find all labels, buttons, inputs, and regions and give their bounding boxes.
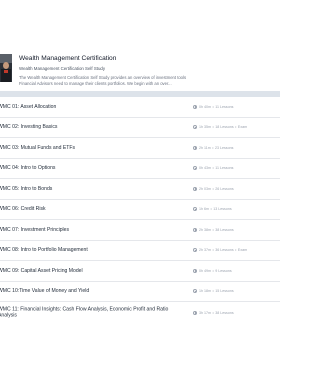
module-lessons: 11 Lessons <box>215 104 234 109</box>
clock-icon <box>193 311 197 315</box>
module-lessons: 23 Lessons <box>215 145 234 150</box>
module-duration: 0h 49m <box>199 268 211 273</box>
module-title: WMC 06: Credit Risk <box>0 206 46 213</box>
clock-icon <box>193 207 197 212</box>
module-meta: 0h 43m • 11 Lessons <box>193 166 234 171</box>
clock-icon <box>193 125 197 130</box>
module-row[interactable]: WMC 07: Investment Principles 2h 38m • 38 L… <box>0 220 280 241</box>
module-lessons: 36 Lessons <box>215 248 234 253</box>
module-duration: 1h 6m <box>199 207 209 212</box>
module-duration: 0h 43m <box>199 166 211 171</box>
separator-dot: • <box>212 125 214 130</box>
module-exam-badge: Exam <box>237 248 248 253</box>
module-meta: 2h 37m • 36 Lessons • Exam <box>193 248 248 253</box>
clock-icon <box>193 166 197 171</box>
course-title: Wealth Management Certification <box>19 55 117 62</box>
separator-dot: • <box>210 207 212 212</box>
course-description: The Wealth Management Certification Self… <box>19 75 194 87</box>
module-title: WMC 03: Mutual Funds and ETFs <box>0 144 75 151</box>
separator-dot: • <box>235 248 237 253</box>
separator-dot: • <box>212 145 214 150</box>
module-lessons: 38 Lessons <box>215 311 234 315</box>
clock-icon <box>193 268 197 273</box>
separator-dot: • <box>212 289 214 294</box>
module-duration: 3h 17m <box>199 311 211 315</box>
clock-icon <box>193 145 197 150</box>
module-duration: 2h 11m <box>199 145 211 150</box>
module-duration: 2h 38m <box>199 227 211 232</box>
module-meta: 3h 17m • 38 Lessons <box>193 311 234 315</box>
separator-dot: • <box>212 268 214 273</box>
module-row[interactable]: WMC 02: Investing Basics 1h 35m • 18 Lesson… <box>0 118 280 138</box>
module-row[interactable]: WMC 08: Intro to Portfolio Management 2h … <box>0 241 280 261</box>
module-lessons: 15 Lessons <box>215 289 234 294</box>
course-description-line: Financial Advisors need to manage their … <box>19 81 172 86</box>
module-lessons: 9 Lessons <box>215 268 232 273</box>
module-duration: 0h 40m <box>199 104 211 109</box>
separator-dot: • <box>212 186 214 191</box>
clock-icon <box>193 248 197 253</box>
module-lessons: 26 Lessons <box>215 186 234 191</box>
module-meta: 1h 18m • 15 Lessons <box>193 289 234 294</box>
separator-dot: • <box>212 311 214 315</box>
separator-dot: • <box>235 125 237 130</box>
module-duration: 1h 35m <box>199 125 211 130</box>
module-row[interactable]: WMC 06: Credit Risk 1h 6m • 13 Lessons <box>0 200 280 220</box>
module-duration: 2h 03m <box>199 186 211 191</box>
module-title: WMC 04: Intro to Options <box>0 165 56 172</box>
course-thumbnail <box>0 54 12 82</box>
module-row[interactable]: WMC 04: Intro to Options 0h 43m • 11 Lesson… <box>0 159 280 179</box>
module-title: WMC 02: Investing Basics <box>0 124 58 131</box>
module-meta: 0h 49m • 9 Lessons <box>193 268 232 273</box>
course-subtitle: Wealth Management Certification Self Stu… <box>19 66 106 71</box>
module-meta: 2h 11m • 23 Lessons <box>193 145 234 150</box>
module-exam-badge: Exam <box>237 125 248 130</box>
module-row[interactable]: WMC 01: Asset Allocation 0h 40m • 11 Lesson… <box>0 97 280 118</box>
clock-icon <box>193 227 197 232</box>
module-meta: 1h 35m • 18 Lessons • Exam <box>193 125 248 130</box>
module-list: WMC 01: Asset Allocation 0h 40m • 11 Lesson… <box>0 97 280 324</box>
module-row[interactable]: WMC 03: Mutual Funds and ETFs 2h 11m • 23 L… <box>0 138 280 159</box>
module-meta: 2h 38m • 38 Lessons <box>193 227 234 232</box>
module-duration: 1h 18m <box>199 289 211 294</box>
module-lessons: 13 Lessons <box>213 207 232 212</box>
module-lessons: 11 Lessons <box>215 166 234 171</box>
separator-dot: • <box>212 227 214 232</box>
module-title: WMC 09: Capital Asset Pricing Model <box>0 267 83 274</box>
module-meta: 0h 40m • 11 Lessons <box>193 104 234 109</box>
module-title: WMC 10:Time Value of Money and Yield <box>0 288 90 295</box>
clock-icon <box>193 186 197 191</box>
separator-dot: • <box>212 166 214 171</box>
module-meta: 2h 03m • 26 Lessons <box>193 186 234 191</box>
module-title: WMC 07: Investment Principles <box>0 226 70 233</box>
clock-icon <box>193 289 197 294</box>
course-header: Wealth Management Certification Wealth M… <box>0 0 280 91</box>
module-lessons: 18 Lessons <box>215 125 234 130</box>
module-row[interactable]: WMC 10:Time Value of Money and Yield 1h 1… <box>0 282 280 302</box>
module-row[interactable]: WMC 05: Intro to Bonds 2h 03m • 26 Lessons <box>0 179 280 200</box>
module-title: WMC 11: Financial Insights: Cash Flow An… <box>0 306 169 319</box>
module-meta: 1h 6m • 13 Lessons <box>193 207 232 212</box>
module-title: WMC 01: Asset Allocation <box>0 103 57 110</box>
module-row[interactable]: WMC 09: Capital Asset Pricing Model 0h 49… <box>0 261 280 282</box>
module-lessons: 38 Lessons <box>215 227 234 232</box>
module-row[interactable]: WMC 11: Financial Insights: Cash Flow An… <box>0 302 280 324</box>
clock-icon <box>193 104 197 109</box>
separator-dot: • <box>212 104 214 109</box>
module-duration: 2h 37m <box>199 248 211 253</box>
module-title: WMC 05: Intro to Bonds <box>0 185 53 192</box>
separator-dot: • <box>212 248 214 253</box>
module-title: WMC 08: Intro to Portfolio Management <box>0 247 88 254</box>
